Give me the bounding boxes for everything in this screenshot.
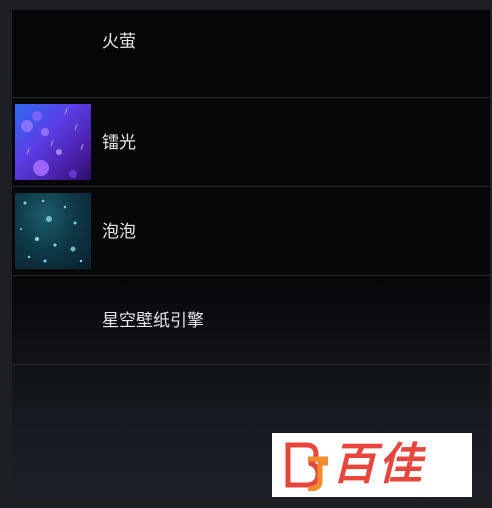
list-item-label: 火萤: [102, 32, 136, 52]
list-item-label: 泡泡: [102, 222, 136, 242]
watermark-text: 百佳: [332, 439, 424, 490]
list-item-laser[interactable]: 镭光: [12, 99, 490, 187]
app-window: 火萤 镭光 泡泡 星空壁纸引擎 百佳: [0, 0, 492, 508]
thumbnail-bubbles: [15, 193, 91, 269]
wallpaper-list: 火萤 镭光 泡泡 星空壁纸引擎: [12, 10, 490, 500]
list-item-firefly[interactable]: 火萤: [12, 10, 490, 98]
thumbnail-laser: [15, 104, 91, 180]
list-item-label: 镭光: [102, 133, 136, 153]
watermark: 百佳: [272, 433, 472, 497]
list-item-label: 星空壁纸引擎: [102, 311, 204, 331]
bj-logo-icon: [285, 442, 328, 491]
list-item-starry-sky[interactable]: 星空壁纸引擎: [12, 277, 490, 365]
list-item-bubbles[interactable]: 泡泡: [12, 188, 490, 276]
